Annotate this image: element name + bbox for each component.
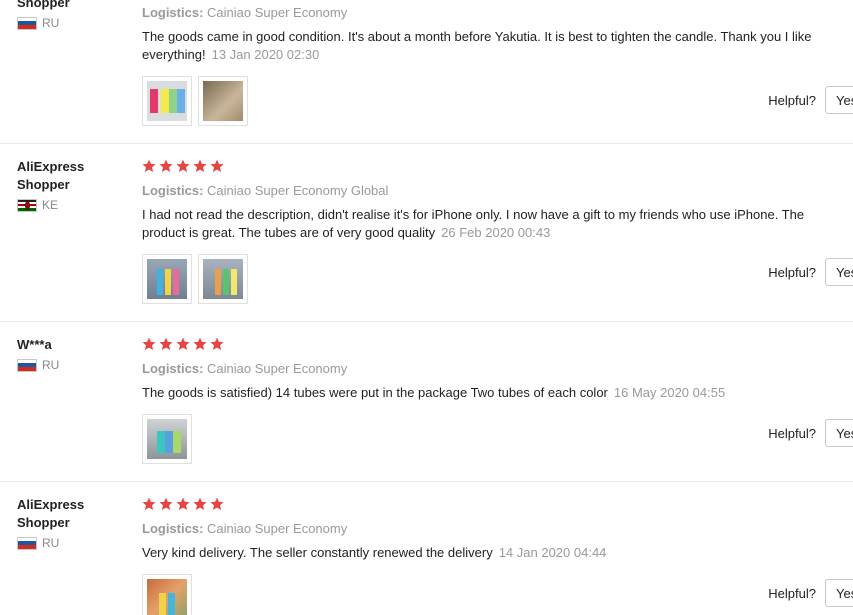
star-icon [142, 337, 156, 350]
logistics-label: Logistics: [142, 361, 204, 376]
reviewer-country: KE [17, 198, 127, 212]
review-photo[interactable] [198, 254, 248, 304]
reviewer-name: AliExpress Shopper [17, 497, 85, 530]
star-rating [142, 497, 853, 513]
logistics-info: Logistics: Cainiao Super Economy Global [142, 182, 853, 200]
helpful-label: Helpful? [768, 92, 816, 108]
country-code: RU [42, 536, 60, 550]
review-content: The goods is satisfied) 14 tubes were pu… [142, 385, 608, 400]
star-icon [159, 159, 173, 172]
star-icon [159, 497, 173, 510]
helpful-yes-button[interactable]: Yes [825, 579, 853, 607]
star-icon [142, 497, 156, 510]
reviewer-name: W***a [17, 337, 52, 352]
review-date: 26 Feb 2020 00:43 [441, 225, 551, 240]
flag-ru-icon [17, 16, 37, 30]
review-item: AliExpress Shopper RU Logistics: Cainiao… [0, 482, 853, 615]
country-code: RU [42, 358, 60, 372]
helpful-control: Helpful? Yes [768, 86, 853, 114]
reviewer-info: AliExpress Shopper RU [17, 496, 127, 550]
reviewer-country: RU [17, 16, 127, 30]
review-photo[interactable] [198, 76, 248, 126]
country-code: RU [42, 16, 60, 30]
review-photos [142, 414, 853, 464]
flag-ru-icon [17, 358, 37, 372]
helpful-yes-button[interactable]: Yes [825, 419, 853, 447]
helpful-control: Helpful? Yes [768, 419, 853, 447]
logistics-value: Cainiao Super Economy [207, 521, 348, 536]
review-body: Logistics: Cainiao Super Economy The goo… [142, 4, 853, 126]
star-icon [210, 337, 224, 350]
logistics-label: Logistics: [142, 5, 204, 20]
flag-ke-icon [17, 198, 37, 212]
review-photos [142, 76, 853, 126]
review-item: Shopper RU Logistics: Cainiao Super Econ… [0, 0, 853, 144]
helpful-yes-button[interactable]: Yes [825, 258, 853, 286]
logistics-info: Logistics: Cainiao Super Economy [142, 520, 853, 538]
review-date: 16 May 2020 04:55 [613, 385, 726, 400]
helpful-yes-button[interactable]: Yes [825, 86, 853, 114]
helpful-control: Helpful? Yes [768, 258, 853, 286]
logistics-value: Cainiao Super Economy [207, 361, 348, 376]
helpful-label: Helpful? [768, 585, 816, 601]
review-body: Logistics: Cainiao Super Economy The goo… [142, 337, 853, 464]
star-icon [193, 159, 207, 172]
logistics-label: Logistics: [142, 183, 204, 198]
reviewer-country: RU [17, 536, 127, 550]
reviewer-info: AliExpress Shopper KE [17, 158, 127, 212]
review-date: 14 Jan 2020 04:44 [498, 545, 607, 560]
review-photo[interactable] [142, 574, 192, 615]
review-content: Very kind delivery. The seller constantl… [142, 545, 493, 560]
star-icon [142, 159, 156, 172]
star-icon [193, 337, 207, 350]
star-icon [210, 159, 224, 172]
review-text: Very kind delivery. The seller constantl… [142, 544, 847, 562]
review-item: AliExpress Shopper KE Logistics: Cainiao… [0, 144, 853, 322]
review-body: Logistics: Cainiao Super Economy Very ki… [142, 497, 853, 615]
star-icon [176, 159, 190, 172]
review-text: The goods is satisfied) 14 tubes were pu… [142, 384, 847, 402]
helpful-control: Helpful? Yes [768, 579, 853, 607]
reviewer-country: RU [17, 358, 127, 372]
review-photo[interactable] [142, 76, 192, 126]
review-photos [142, 254, 853, 304]
logistics-value: Cainiao Super Economy Global [207, 183, 389, 198]
review-item: W***a RU Logistics: Cainiao Super Econom… [0, 322, 853, 482]
reviewer-name: Shopper [17, 0, 70, 10]
logistics-info: Logistics: Cainiao Super Economy [142, 360, 853, 378]
star-icon [176, 497, 190, 510]
logistics-value: Cainiao Super Economy [207, 5, 348, 20]
review-date: 13 Jan 2020 02:30 [211, 47, 320, 62]
review-photo[interactable] [142, 414, 192, 464]
helpful-label: Helpful? [768, 425, 816, 441]
reviewer-info: W***a RU [17, 336, 127, 372]
review-list: Shopper RU Logistics: Cainiao Super Econ… [0, 0, 853, 615]
helpful-label: Helpful? [768, 264, 816, 280]
reviewer-info: Shopper RU [17, 0, 127, 30]
country-code: KE [42, 198, 59, 212]
star-icon [159, 337, 173, 350]
flag-ru-icon [17, 536, 37, 550]
review-photo[interactable] [142, 254, 192, 304]
review-text: The goods came in good condition. It's a… [142, 28, 847, 64]
logistics-label: Logistics: [142, 521, 204, 536]
review-text: I had not read the description, didn't r… [142, 206, 847, 242]
review-photos [142, 574, 853, 615]
star-rating [142, 337, 853, 353]
star-icon [193, 497, 207, 510]
reviewer-name: AliExpress Shopper [17, 159, 85, 192]
review-body: Logistics: Cainiao Super Economy Global … [142, 159, 853, 304]
star-icon [176, 337, 190, 350]
star-icon [210, 497, 224, 510]
star-rating [142, 159, 853, 175]
logistics-info: Logistics: Cainiao Super Economy [142, 4, 853, 22]
